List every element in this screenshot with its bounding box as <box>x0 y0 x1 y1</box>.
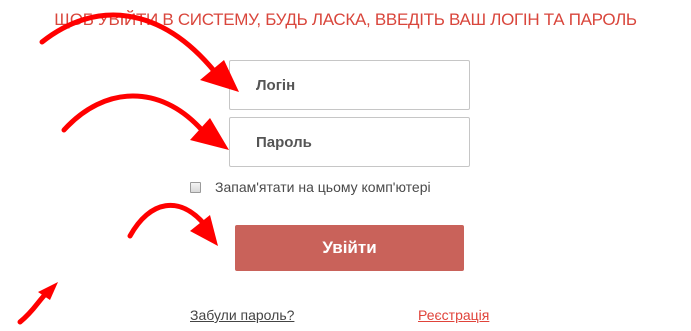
arrowhead-icon <box>190 118 229 150</box>
login-page: ЩОБ УВІЙТИ В СИСТЕМУ, БУДЬ ЛАСКА, ВВЕДІТ… <box>0 0 691 331</box>
password-input[interactable] <box>229 117 470 167</box>
arrowhead-icon <box>190 215 218 246</box>
login-instruction-heading: ЩОБ УВІЙТИ В СИСТЕМУ, БУДЬ ЛАСКА, ВВЕДІТ… <box>54 10 637 29</box>
forgot-password-link[interactable]: Забули пароль? <box>190 307 294 323</box>
remember-me-label: Запам'ятати на цьому комп'ютері <box>215 179 431 195</box>
arrow-annotation-icon <box>17 289 51 325</box>
login-input[interactable] <box>229 60 470 110</box>
remember-me-row[interactable]: Запам'ятати на цьому комп'ютері <box>190 178 431 196</box>
remember-me-checkbox[interactable] <box>190 181 201 193</box>
arrow-annotation-icon <box>61 93 203 133</box>
arrow-annotation-icon <box>127 202 208 239</box>
register-link[interactable]: Реєстрація <box>418 307 489 323</box>
arrowhead-icon <box>38 282 58 300</box>
login-button[interactable]: Увійти <box>235 225 464 271</box>
